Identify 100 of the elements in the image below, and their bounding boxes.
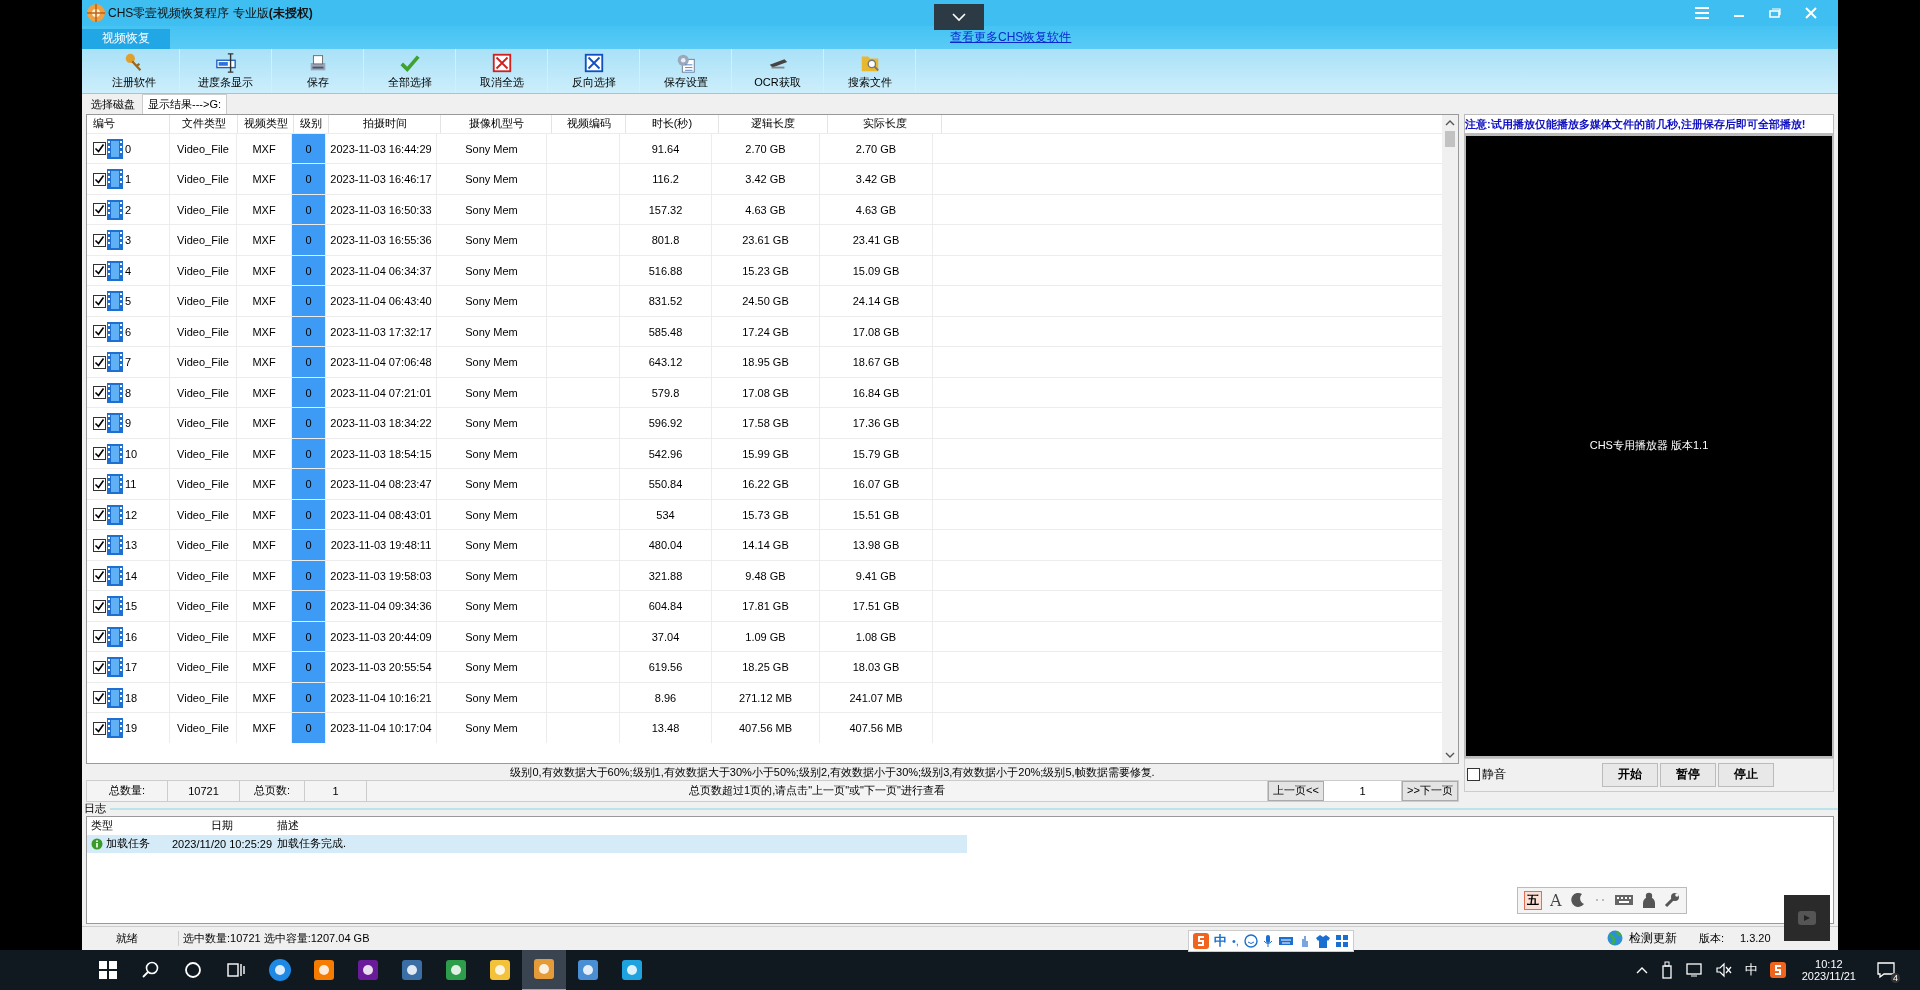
next-page-button[interactable]: >>下一页 (1402, 780, 1458, 801)
column-header[interactable]: 摄像机型号 (441, 114, 552, 133)
row-checkbox[interactable] (93, 416, 106, 430)
column-header[interactable]: 视频编码 (552, 114, 626, 133)
time-cell: 2023-11-04 07:06:48 (330, 356, 432, 369)
microphone-icon[interactable] (1262, 933, 1273, 948)
column-header[interactable]: 视频类型 (238, 114, 294, 133)
player-button[interactable]: 开始 (1602, 762, 1658, 787)
toolbar-button[interactable]: OCR获取 (732, 48, 824, 93)
ime-mode-button[interactable]: 五 (1524, 890, 1542, 910)
ime-language[interactable]: 中 (1214, 931, 1227, 950)
clock[interactable]: 10:12 2023/11/21 (1801, 958, 1856, 982)
row-checkbox[interactable] (93, 172, 106, 186)
level-cell: 0 (305, 569, 312, 582)
wrench-icon[interactable] (1663, 892, 1680, 909)
previous-page-button[interactable]: 上一页<< (1268, 780, 1324, 801)
scroll-up-icon[interactable] (1445, 118, 1455, 127)
level-cell: 0 (305, 539, 312, 552)
column-header[interactable]: 级别 (294, 114, 329, 133)
row-checkbox[interactable] (93, 447, 106, 461)
more-software-link[interactable]: 查看更多CHS恢复软件 (950, 29, 1072, 47)
player-notice: 注意:试用播放仅能播放多媒体文件的前几秒,注册保存后即可全部播放! (1464, 113, 1834, 134)
row-checkbox[interactable] (93, 355, 106, 369)
player-button[interactable]: 暂停 (1660, 762, 1716, 787)
column-header[interactable]: 时长(秒) (626, 114, 719, 133)
row-checkbox[interactable] (93, 233, 106, 247)
actual-size-cell: 9.41 GB (855, 569, 897, 582)
column-header[interactable]: 拍摄时间 (329, 114, 441, 133)
toolbar-button[interactable]: 注册软件 (88, 48, 180, 93)
sogou-logo-icon[interactable] (1193, 932, 1209, 949)
mute-checkbox[interactable] (1467, 768, 1480, 782)
column-header[interactable]: 编号 (87, 114, 170, 133)
toolbar-button[interactable]: 全部选择 (364, 48, 456, 93)
toolbar-button[interactable]: 反向选择 (548, 48, 640, 93)
scrollbar-thumb[interactable] (1445, 130, 1455, 147)
column-header[interactable]: 实际长度 (828, 114, 942, 133)
toolbar-button[interactable]: 保存 (272, 48, 364, 93)
result-tab[interactable]: 显示结果--->G: (142, 93, 228, 114)
input-language[interactable]: 中 (1744, 961, 1758, 979)
file-type-cell: Video_File (177, 264, 229, 277)
row-checkbox[interactable] (93, 386, 106, 400)
column-header[interactable]: 文件类型 (170, 114, 238, 133)
scroll-down-icon[interactable] (1445, 750, 1455, 759)
time-cell: 2023-11-03 18:34:22 (330, 417, 432, 430)
moon-icon[interactable] (1569, 892, 1586, 909)
file-type-cell: Video_File (177, 386, 229, 399)
log-row[interactable]: 加载任务 2023/11/20 10:25:29 加载任务完成. (87, 834, 967, 853)
toolbar-button[interactable]: 进度条显示 (180, 48, 272, 93)
row-checkbox[interactable] (93, 569, 106, 583)
page-field[interactable]: 1 (1324, 780, 1402, 801)
person-icon[interactable] (1641, 892, 1656, 909)
number-cell: 5 (125, 295, 132, 308)
row-checkbox[interactable] (93, 599, 106, 613)
check-update-link[interactable]: 检测更新 (1628, 929, 1677, 947)
globe-icon[interactable] (1606, 930, 1623, 947)
duration-cell: 534 (656, 508, 675, 521)
total-label: 总数量: (87, 780, 168, 801)
keyboard-icon[interactable] (1277, 934, 1294, 947)
notification-icon[interactable] (1876, 961, 1896, 979)
punctuation-mode[interactable]: •, (1232, 934, 1239, 947)
grid-icon[interactable] (1334, 933, 1349, 948)
collapse-button[interactable] (934, 4, 984, 30)
column-header[interactable]: 描述 (273, 816, 967, 835)
player-button[interactable]: 停止 (1718, 762, 1774, 787)
caret-up-icon[interactable] (1634, 965, 1649, 975)
row-checkbox[interactable] (93, 203, 106, 217)
recovery-app-icon[interactable] (522, 949, 566, 990)
time-cell: 2023-11-03 16:55:36 (330, 234, 432, 247)
smiley-icon[interactable] (1243, 933, 1258, 948)
row-checkbox[interactable] (93, 691, 106, 705)
column-header[interactable]: 类型 (87, 816, 167, 835)
row-checkbox[interactable] (93, 477, 106, 491)
task-view-icon[interactable] (226, 961, 246, 979)
keyboard-icon[interactable] (1613, 893, 1634, 908)
search-icon[interactable] (142, 961, 160, 979)
row-checkbox[interactable] (93, 538, 106, 552)
toolbar-button[interactable]: 保存设置 (640, 48, 732, 93)
row-checkbox[interactable] (93, 142, 106, 156)
usb-drive-icon[interactable] (1660, 961, 1673, 979)
level-cell: 0 (305, 173, 312, 186)
circle-icon[interactable] (184, 961, 202, 979)
row-checkbox[interactable] (93, 660, 106, 674)
shirt-icon[interactable] (1315, 933, 1330, 948)
toolbar-button[interactable]: 取消全选 (456, 48, 548, 93)
result-tab[interactable]: 选择磁盘 (86, 94, 140, 114)
row-checkbox[interactable] (93, 294, 106, 308)
column-header[interactable]: 日期 (167, 816, 273, 835)
toolbar-button[interactable]: 搜索文件 (824, 48, 916, 93)
row-checkbox[interactable] (93, 264, 106, 278)
column-header[interactable]: 逻辑长度 (719, 114, 828, 133)
row-checkbox[interactable] (93, 508, 106, 522)
windows-start-icon[interactable] (98, 960, 118, 980)
level-cell: 0 (305, 661, 312, 674)
speaker-muted-icon[interactable] (1714, 962, 1733, 978)
row-checkbox[interactable] (93, 325, 106, 339)
row-checkbox[interactable] (93, 721, 106, 735)
sogou-tray-icon[interactable] (1769, 962, 1786, 978)
monitor-icon[interactable] (1684, 962, 1703, 978)
row-checkbox[interactable] (93, 630, 106, 644)
font-button[interactable]: A (1550, 890, 1562, 910)
